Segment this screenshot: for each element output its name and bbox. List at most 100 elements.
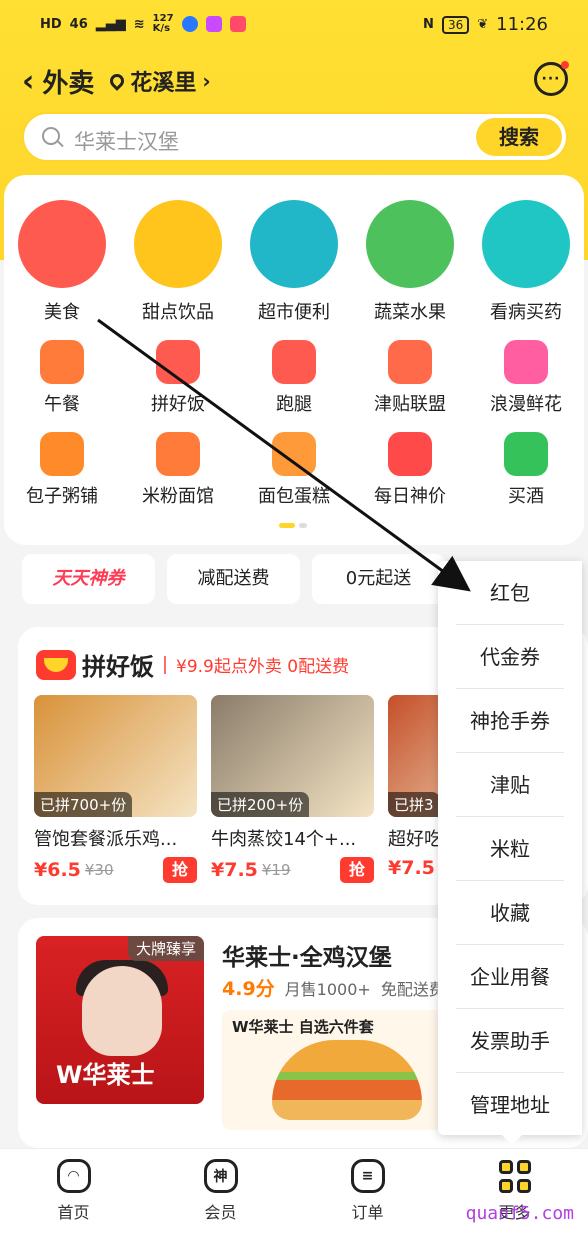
tab-zero-minimum[interactable]: 0元起送 (312, 554, 445, 604)
menu-item[interactable]: 米粒 (456, 817, 564, 881)
sold-count-badge: 已拼700+份 (34, 792, 133, 817)
page-dot (299, 523, 307, 528)
product-price: ¥7.5 (388, 857, 435, 879)
category-item[interactable]: 每日神价 (355, 432, 465, 508)
banner-title: W华莱士 自选六件套 (232, 1018, 374, 1036)
menu-item[interactable]: 津贴 (456, 753, 564, 817)
menu-item[interactable]: 发票助手 (456, 1009, 564, 1073)
category-item[interactable]: 包子粥铺 (7, 432, 117, 508)
menu-item[interactable]: 企业用餐 (456, 945, 564, 1009)
page-indicator (279, 523, 307, 528)
donut-icon (272, 432, 316, 476)
category-item[interactable]: 午餐 (7, 340, 117, 416)
category-label: 拼好饭 (151, 394, 205, 415)
store-score: 4.9分 (222, 978, 275, 1000)
category-item[interactable]: 跑腿 (239, 340, 349, 416)
grab-button[interactable]: 抢 (163, 857, 197, 883)
category-label: 包子粥铺 (26, 486, 98, 507)
nav-item-2[interactable]: ≡ 订单 (308, 1149, 428, 1246)
search-icon (42, 127, 60, 145)
pinhaofan-slogan: ¥9.9起点外卖 0配送费 (176, 657, 350, 677)
pinhaofan-logo-icon (36, 649, 76, 680)
nav-item-1[interactable]: 神会员 (161, 1149, 281, 1246)
brand-logo: W华莱士 (56, 1061, 155, 1089)
nav-item-3[interactable]: 更多 (455, 1149, 575, 1246)
grab-button[interactable]: 抢 (340, 857, 374, 883)
category-item[interactable]: 买酒 (471, 432, 581, 508)
category-item[interactable]: 米粉面馆 (123, 432, 233, 508)
watermark: quanf5.com (465, 1203, 574, 1224)
sold-count-badge: 已拼200+份 (211, 792, 310, 817)
product-card[interactable]: 已拼700+份 管饱套餐派乐鸡... ¥6.5 ¥30 抢 (34, 695, 197, 883)
app-icon-2 (205, 16, 222, 32)
bottom-nav: ◠ 首页 神会员 ≡ 订单 更多 (0, 1148, 588, 1246)
menu-item[interactable]: 红包 (456, 561, 564, 625)
member-icon: 神 (203, 1159, 238, 1193)
price-line: ¥6.5 ¥30 抢 (34, 857, 197, 883)
tab-reduced-delivery[interactable]: 减配送费 (167, 554, 300, 604)
product-price: ¥7.5 (211, 859, 258, 881)
product-name: 牛肉蒸饺14个+... (211, 829, 357, 850)
location-label[interactable]: 花溪里 (130, 65, 196, 97)
category-item[interactable]: 拼好饭 (123, 340, 233, 416)
pinhaofan-icon (156, 340, 200, 384)
category-item[interactable]: 浪漫鲜花 (471, 340, 581, 416)
pinhaofan-title: 拼好饭 (82, 653, 154, 681)
menu-item[interactable]: 神抢手券 (456, 689, 564, 753)
category-item[interactable]: 美食 (7, 200, 117, 324)
menu-item[interactable]: 管理地址 (456, 1073, 564, 1137)
wifi-icon: ≋ (133, 16, 145, 32)
bottle-icon (504, 432, 548, 476)
chat-bubble-icon[interactable]: ··· (534, 61, 569, 96)
menu-item[interactable]: 收藏 (456, 881, 564, 945)
chevron-left-icon[interactable]: ‹ (22, 64, 34, 99)
category-item[interactable]: 甜点饮品 (123, 200, 233, 324)
menu-pointer (502, 1135, 522, 1145)
category-item[interactable]: 蔬菜水果 (355, 200, 465, 324)
basket-icon (250, 200, 338, 288)
nav-label: 订单 (351, 1203, 384, 1222)
signal-icon: ▂▄▆ (95, 16, 126, 32)
category-item[interactable]: 面包蛋糕 (239, 432, 349, 508)
nav-label: 首页 (57, 1203, 90, 1222)
page-title: 外卖 (42, 68, 95, 99)
order-icon: ≡ (350, 1159, 385, 1193)
category-item[interactable]: 看病买药 (471, 200, 581, 324)
search-button[interactable]: 搜索 (476, 118, 562, 156)
category-label: 每日神价 (374, 486, 446, 507)
app-icon-1 (181, 16, 198, 32)
main-category-row: 美食 甜点饮品 超市便利 蔬菜水果 看病买药 (4, 200, 584, 324)
bun-icon (40, 432, 84, 476)
location-pin-icon (107, 71, 128, 91)
runner-icon (272, 340, 316, 384)
store-delivery: 免配送费 (380, 980, 445, 999)
status-bar: HD 46 ▂▄▆ ≋ 127 K/s N 36 ❦ 11:26 (0, 0, 588, 50)
hd-indicator: HD (40, 16, 62, 32)
tab-daily-coupon[interactable]: 天天神券 (22, 554, 155, 604)
product-image: 已拼700+份 (34, 695, 197, 817)
noodle-icon (156, 432, 200, 476)
category-label: 浪漫鲜花 (490, 394, 562, 415)
nav-item-0[interactable]: ◠ 首页 (14, 1149, 134, 1246)
store-poster: 大牌臻享 W华莱士 (36, 936, 204, 1104)
app-icon-3 (229, 16, 246, 32)
clock: 11:26 (496, 14, 548, 35)
category-item[interactable]: 超市便利 (239, 200, 349, 324)
category-label: 美食 (44, 302, 80, 323)
premium-badge: 大牌臻享 (127, 936, 204, 961)
chevron-right-icon[interactable]: › (202, 69, 210, 93)
original-price: ¥30 (84, 861, 114, 879)
nfc-icon: N (423, 17, 434, 32)
product-card[interactable]: 已拼200+份 牛肉蒸饺14个+... ¥7.5 ¥19 抢 (211, 695, 374, 883)
category-label: 午餐 (44, 394, 80, 415)
menu-item[interactable]: 代金券 (456, 625, 564, 689)
burger-image (272, 1040, 422, 1120)
home-icon: ◠ (56, 1159, 91, 1193)
store-name: 华莱士·全鸡汉堡 (222, 945, 392, 971)
product-price: ¥6.5 (34, 859, 81, 881)
category-item[interactable]: 津贴联盟 (355, 340, 465, 416)
search-input[interactable]: 华莱士汉堡 (74, 126, 179, 156)
category-panel: 美食 甜点饮品 超市便利 蔬菜水果 看病买药 午餐 拼好饭 跑腿 津贴联盟 浪漫鲜花 包子粥铺 米… (4, 175, 584, 545)
search-bar[interactable]: 华莱士汉堡 搜索 (22, 112, 568, 162)
store-meta: 4.9分 月售1000+ 免配送费 (222, 974, 445, 1001)
